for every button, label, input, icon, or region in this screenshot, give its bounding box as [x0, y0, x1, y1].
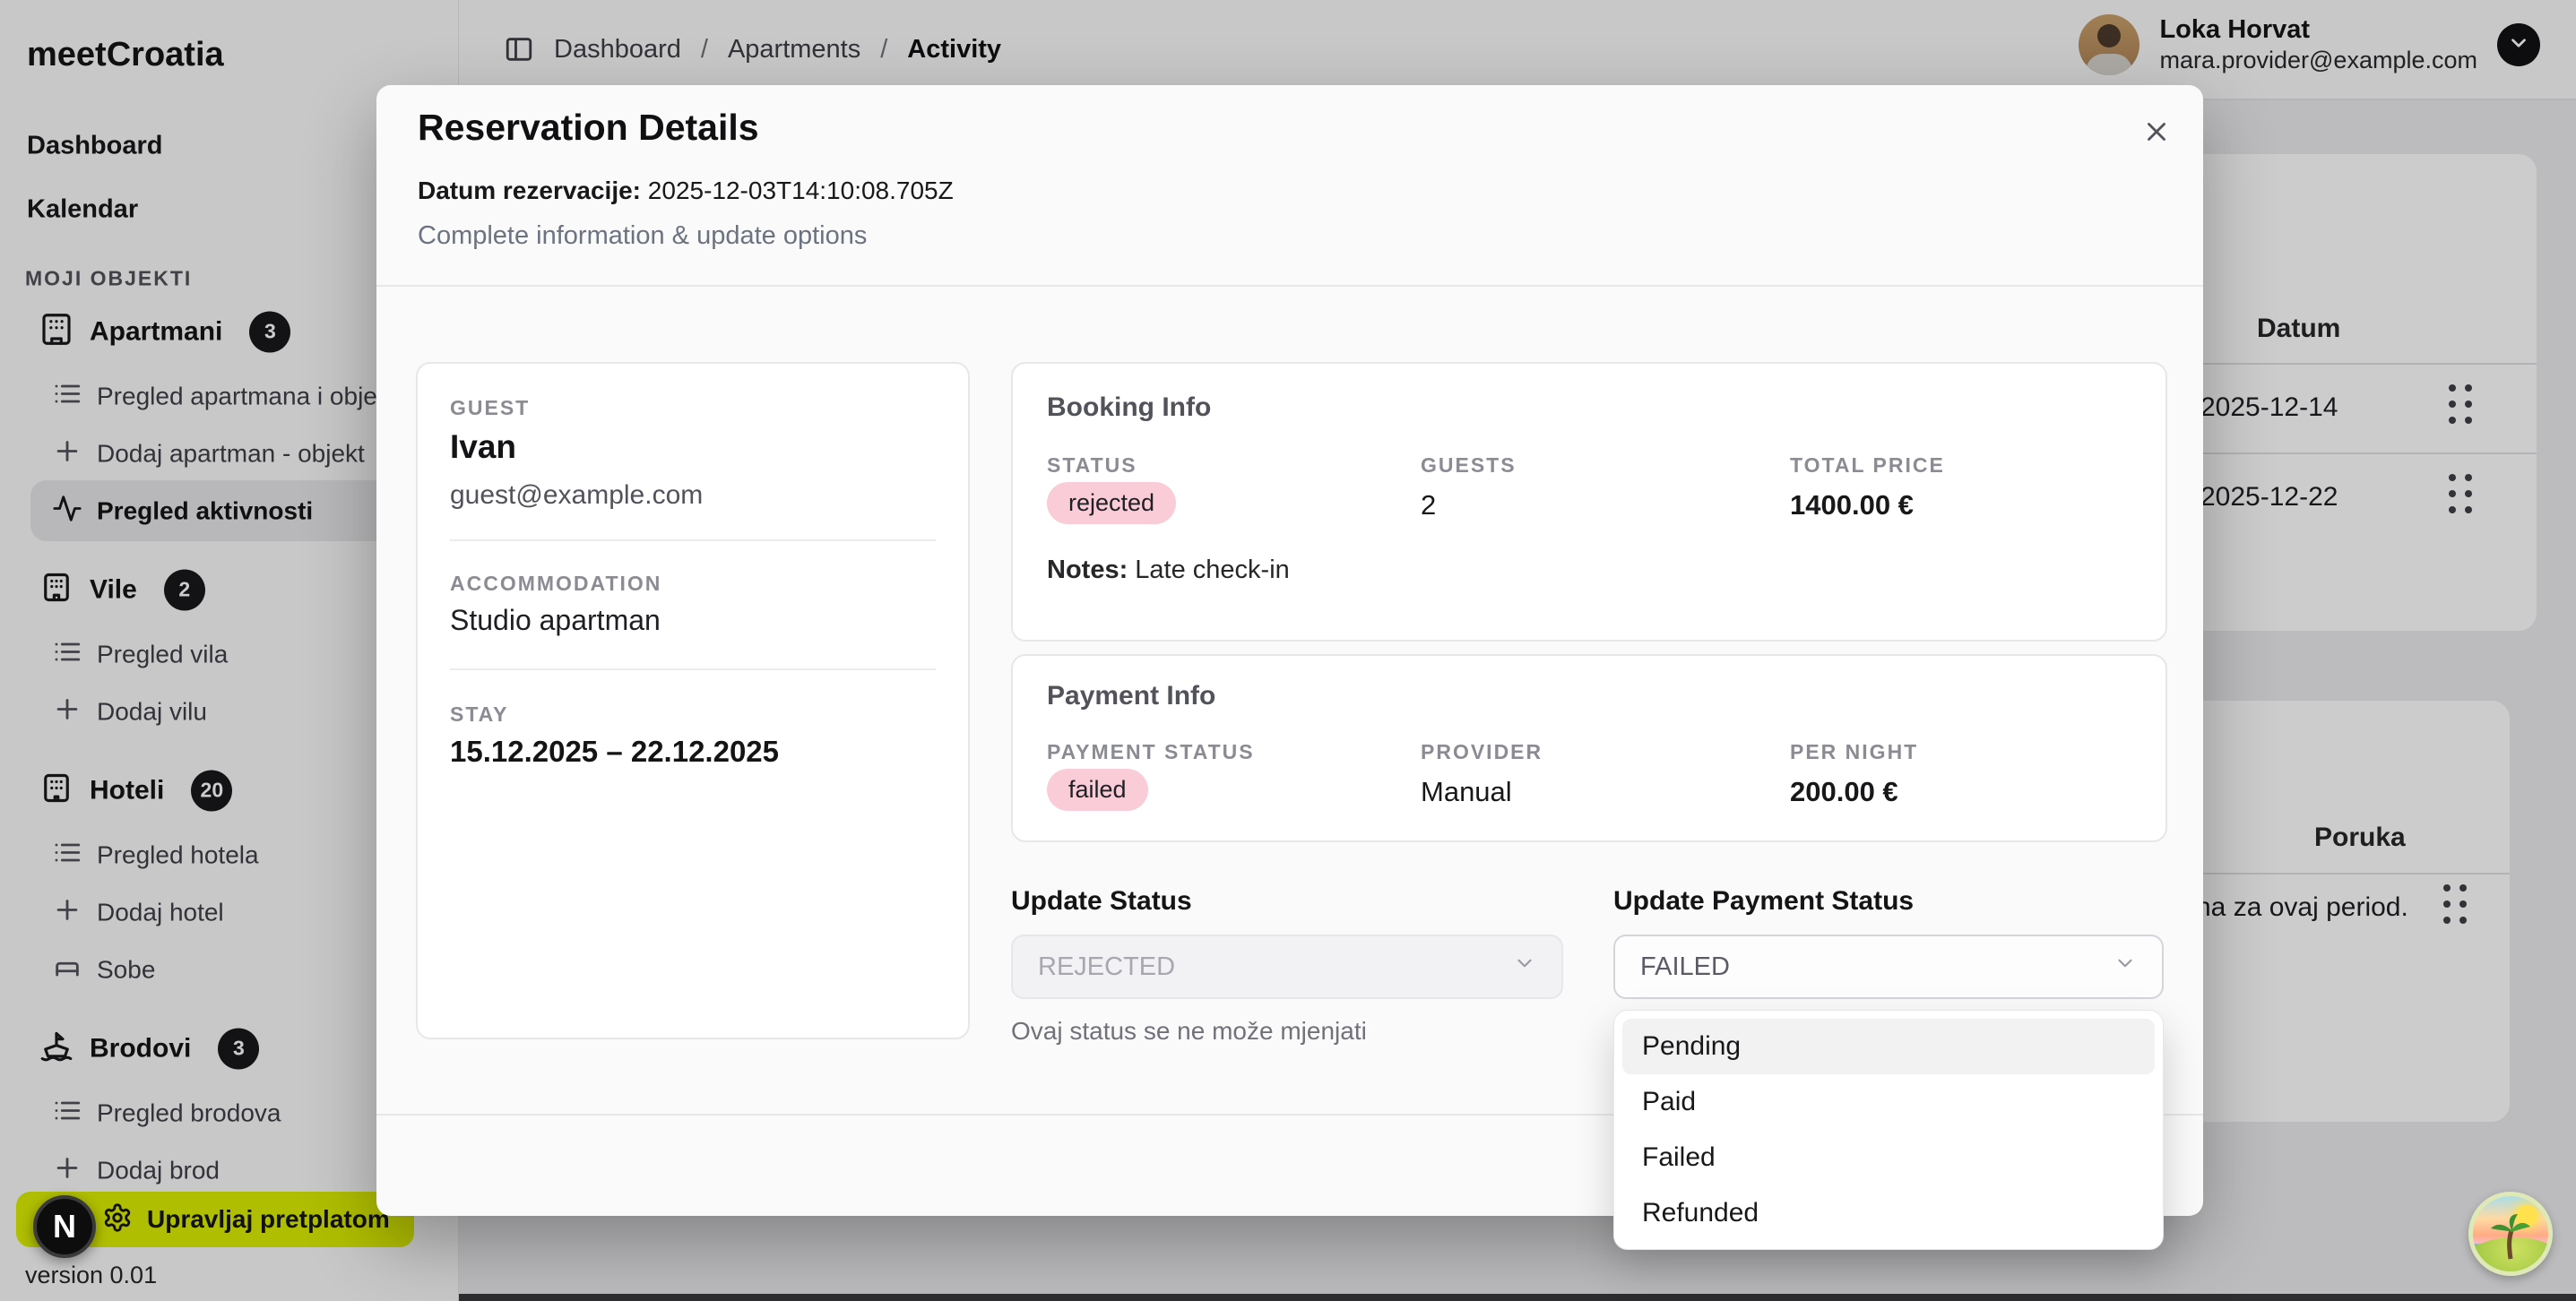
- divider: [450, 668, 936, 670]
- per-night-value: 200.00 €: [1790, 776, 1898, 808]
- payment-info-title: Payment Info: [1047, 681, 1215, 711]
- update-status-value: REJECTED: [1038, 952, 1175, 982]
- chevron-down-icon: [1513, 952, 1536, 982]
- dropdown-option-paid[interactable]: Paid: [1622, 1074, 2155, 1130]
- dev-indicator-badge[interactable]: N: [33, 1195, 96, 1258]
- modal-title: Reservation Details: [418, 107, 759, 149]
- update-status-label: Update Status: [1011, 886, 1192, 917]
- guests-label: GUESTS: [1421, 453, 1517, 478]
- booking-info-card: Booking Info STATUS GUESTS TOTAL PRICE r…: [1011, 362, 2167, 642]
- booking-info-title: Booking Info: [1047, 392, 1211, 423]
- accommodation-label: ACCOMMODATION: [450, 572, 661, 596]
- payment-status-badge: failed: [1047, 769, 1148, 811]
- total-price-value: 1400.00 €: [1790, 489, 1914, 521]
- payment-info-card: Payment Info PAYMENT STATUS PROVIDER PER…: [1011, 654, 2167, 842]
- update-payment-status-value: FAILED: [1640, 952, 1730, 982]
- guest-email: guest@example.com: [450, 480, 703, 511]
- guest-name: Ivan: [450, 428, 516, 466]
- accommodation-value: Studio apartman: [450, 604, 661, 637]
- update-payment-status-select[interactable]: FAILED: [1613, 935, 2164, 999]
- divider: [376, 285, 2203, 287]
- update-payment-status-label: Update Payment Status: [1613, 886, 1914, 917]
- payment-status-label: PAYMENT STATUS: [1047, 740, 1255, 764]
- update-status-select: REJECTED: [1011, 935, 1563, 999]
- provider-value: Manual: [1421, 776, 1512, 808]
- screen: meetCroatia Dashboard / Apartments / Act…: [0, 0, 2576, 1301]
- palm-tree-icon: [2487, 1212, 2532, 1267]
- reservation-date-value: 2025-12-03T14:10:08.705Z: [648, 177, 954, 204]
- total-price-label: TOTAL PRICE: [1790, 453, 1945, 478]
- chevron-down-icon: [2114, 952, 2137, 982]
- dropdown-option-pending[interactable]: Pending: [1622, 1019, 2155, 1074]
- status-label: STATUS: [1047, 453, 1137, 478]
- guests-value: 2: [1421, 489, 1436, 521]
- update-status-helper: Ovaj status se ne može mjenjati: [1011, 1017, 1367, 1046]
- tropical-island-icon[interactable]: [2468, 1192, 2553, 1276]
- payment-status-dropdown: Pending Paid Failed Refunded: [1613, 1010, 2164, 1250]
- close-icon[interactable]: [2135, 110, 2178, 153]
- divider: [450, 539, 936, 541]
- per-night-label: PER NIGHT: [1790, 740, 1918, 764]
- stay-value: 15.12.2025 – 22.12.2025: [450, 735, 779, 769]
- dropdown-option-failed[interactable]: Failed: [1622, 1130, 2155, 1185]
- notes-value: Late check-in: [1135, 556, 1290, 584]
- stay-label: STAY: [450, 702, 509, 727]
- reservation-date-label: Datum rezervacije:: [418, 177, 641, 204]
- guest-label: GUEST: [450, 396, 530, 420]
- guest-card: GUEST Ivan guest@example.com ACCOMMODATI…: [416, 362, 970, 1039]
- notes-label: Notes:: [1047, 556, 1128, 584]
- dropdown-option-refunded[interactable]: Refunded: [1622, 1185, 2155, 1241]
- notes-line: Notes: Late check-in: [1047, 556, 1290, 585]
- reservation-date-line: Datum rezervacije: 2025-12-03T14:10:08.7…: [418, 177, 954, 205]
- modal-subtitle: Complete information & update options: [418, 221, 867, 251]
- status-badge: rejected: [1047, 482, 1176, 524]
- provider-label: PROVIDER: [1421, 740, 1543, 764]
